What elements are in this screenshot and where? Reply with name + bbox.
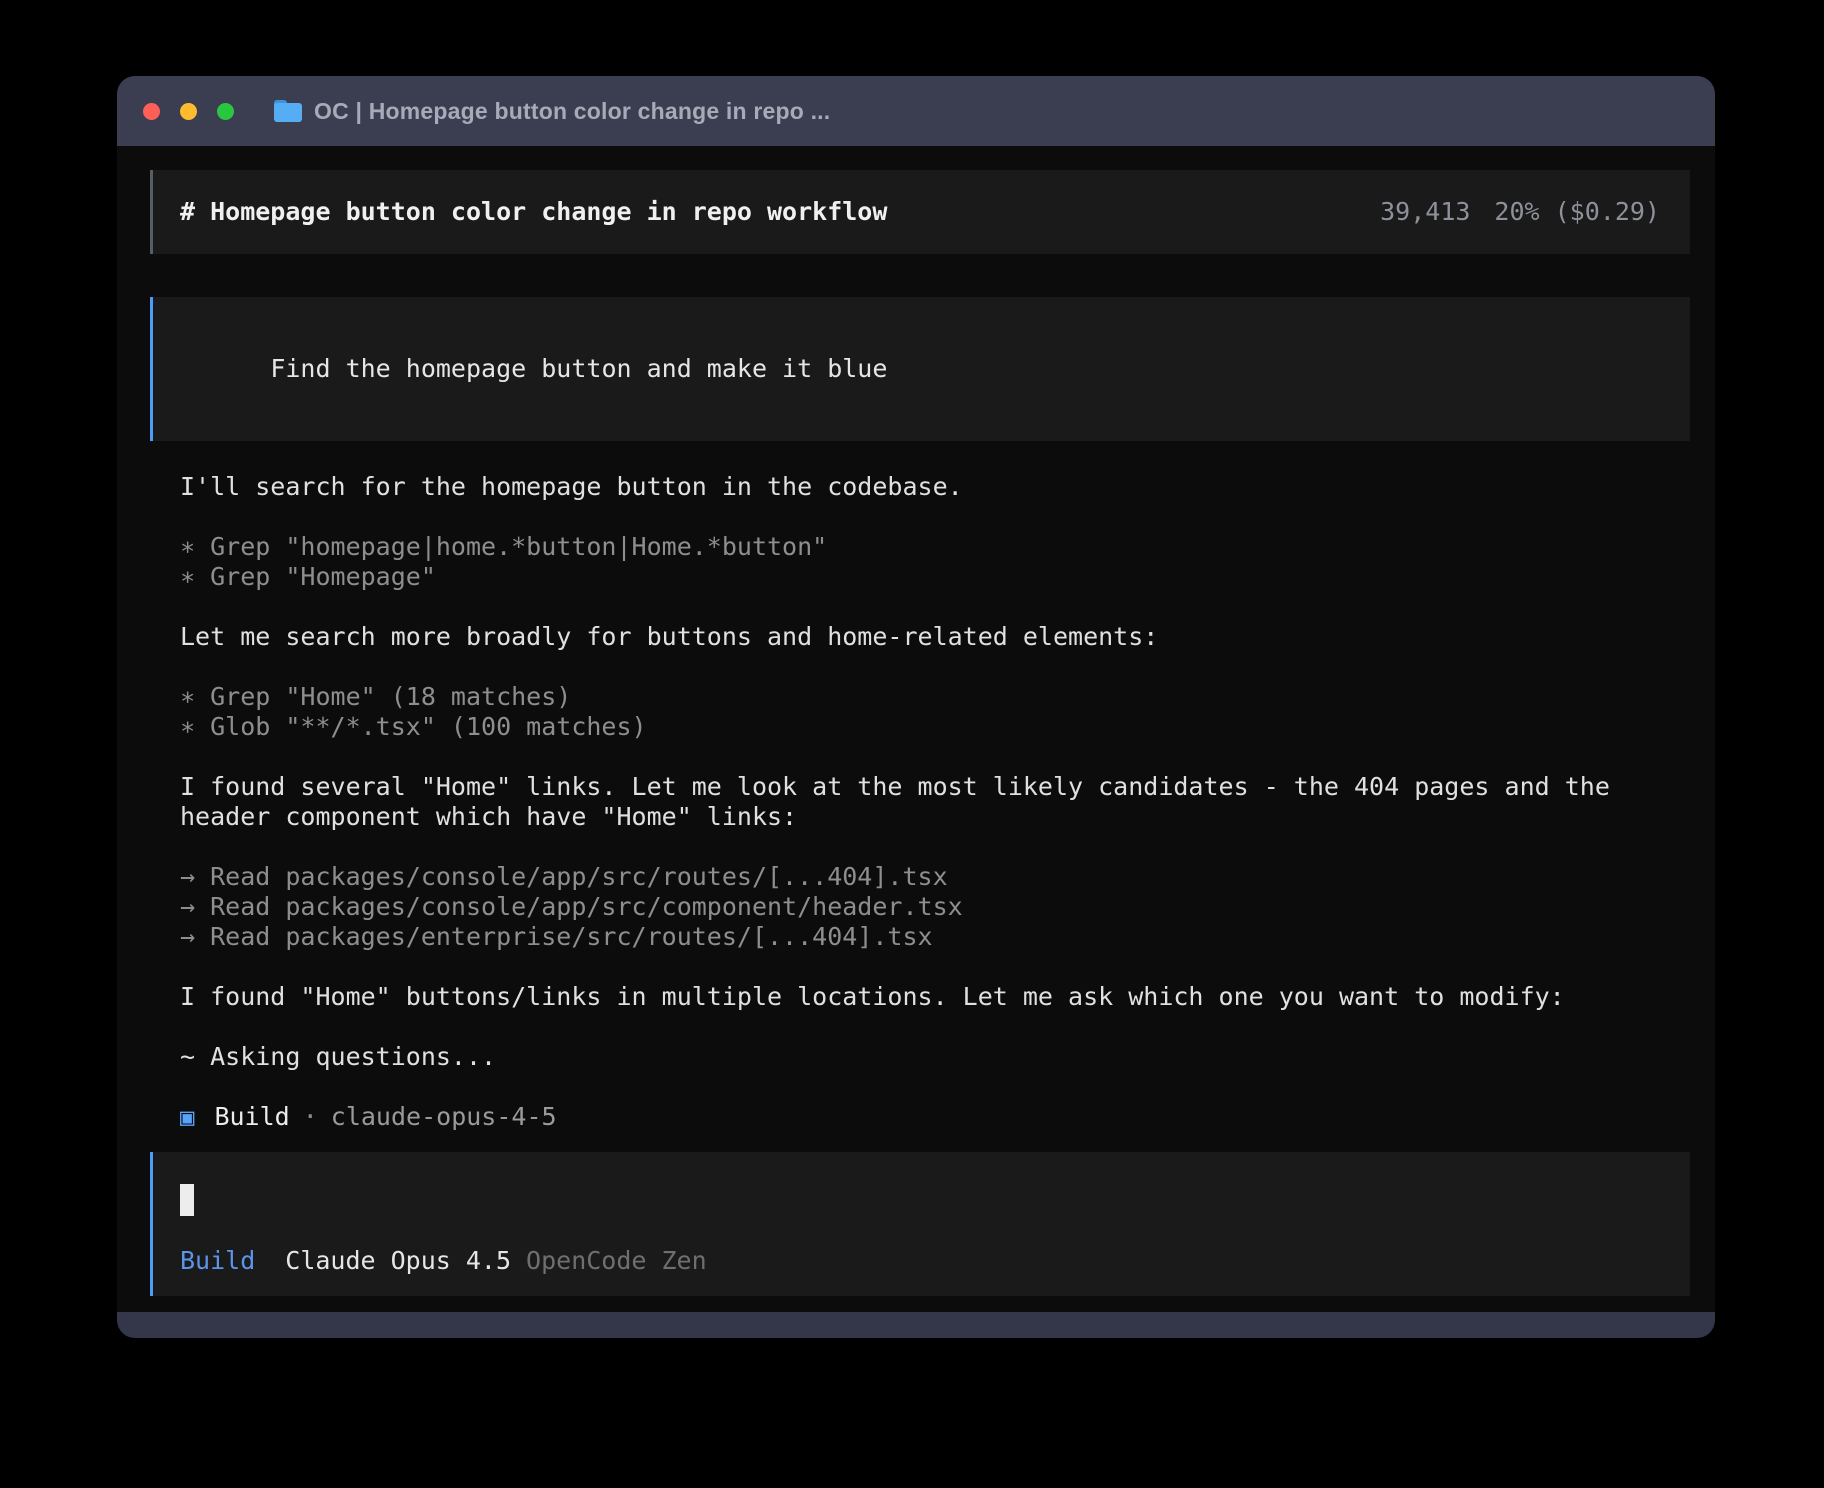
blank-line [180, 742, 1690, 772]
prompt-input[interactable]: Build Claude Opus 4.5 OpenCode Zen [150, 1152, 1690, 1296]
user-message: Find the homepage button and make it blu… [150, 297, 1690, 441]
assistant-text-line: Let me search more broadly for buttons a… [180, 622, 1690, 652]
context-usage: 20% ($0.29) [1494, 197, 1660, 227]
blank-line [180, 652, 1690, 682]
maximize-button[interactable] [217, 103, 234, 120]
titlebar: OC | Homepage button color change in rep… [117, 76, 1715, 146]
assistant-text-line: I'll search for the homepage button in t… [180, 472, 1690, 502]
blank-line [180, 1012, 1690, 1042]
input-model-label[interactable]: Claude Opus 4.5 [285, 1246, 511, 1276]
assistant-text-line: I found "Home" buttons/links in multiple… [180, 982, 1690, 1012]
tool-call-line: ∗ Grep "Home" (18 matches) [180, 682, 1690, 712]
tool-call-line: ∗ Glob "**/*.tsx" (100 matches) [180, 712, 1690, 742]
user-message-text: Find the homepage button and make it blu… [270, 354, 887, 383]
text-cursor [180, 1184, 194, 1216]
assistant-text-line: ~ Asking questions... [180, 1042, 1690, 1072]
title-group: OC | Homepage button color change in rep… [274, 98, 830, 125]
input-provider-label: OpenCode Zen [526, 1246, 707, 1276]
tool-call-line: ∗ Grep "homepage|home.*button|Home.*butt… [180, 532, 1690, 562]
session-stats: 39,413 20% ($0.29) [1380, 197, 1660, 227]
assistant-transcript: I'll search for the homepage button in t… [150, 472, 1690, 1072]
terminal-window: OC | Homepage button color change in rep… [117, 76, 1715, 1338]
folder-icon [274, 100, 302, 122]
tool-call-line: → Read packages/enterprise/src/routes/[.… [180, 922, 1690, 952]
window-bottom-edge [117, 1312, 1715, 1338]
traffic-lights [143, 103, 234, 120]
agent-name: Build [214, 1102, 289, 1132]
blank-line [180, 952, 1690, 982]
tool-call-line: ∗ Grep "Homepage" [180, 562, 1690, 592]
assistant-text-line: header component which have "Home" links… [180, 802, 1690, 832]
agent-square-icon: ▣ [180, 1102, 194, 1132]
tool-call-line: → Read packages/console/app/src/componen… [180, 892, 1690, 922]
token-count: 39,413 [1380, 197, 1470, 227]
terminal-content: # Homepage button color change in repo w… [117, 146, 1715, 1312]
window-title: OC | Homepage button color change in rep… [314, 98, 830, 125]
model-id: claude-opus-4-5 [331, 1102, 557, 1132]
separator-dot: · [303, 1102, 318, 1132]
blank-line [180, 502, 1690, 532]
assistant-text-line: I found several "Home" links. Let me loo… [180, 772, 1690, 802]
session-header: # Homepage button color change in repo w… [150, 170, 1690, 254]
session-title: # Homepage button color change in repo w… [180, 197, 887, 227]
tool-call-line: → Read packages/console/app/src/routes/[… [180, 862, 1690, 892]
blank-line [180, 832, 1690, 862]
input-agent-label[interactable]: Build [180, 1246, 255, 1276]
blank-line [180, 592, 1690, 622]
close-button[interactable] [143, 103, 160, 120]
model-row: Build Claude Opus 4.5 OpenCode Zen [180, 1246, 1660, 1276]
agent-status-line: ▣ Build · claude-opus-4-5 [150, 1102, 1690, 1132]
minimize-button[interactable] [180, 103, 197, 120]
